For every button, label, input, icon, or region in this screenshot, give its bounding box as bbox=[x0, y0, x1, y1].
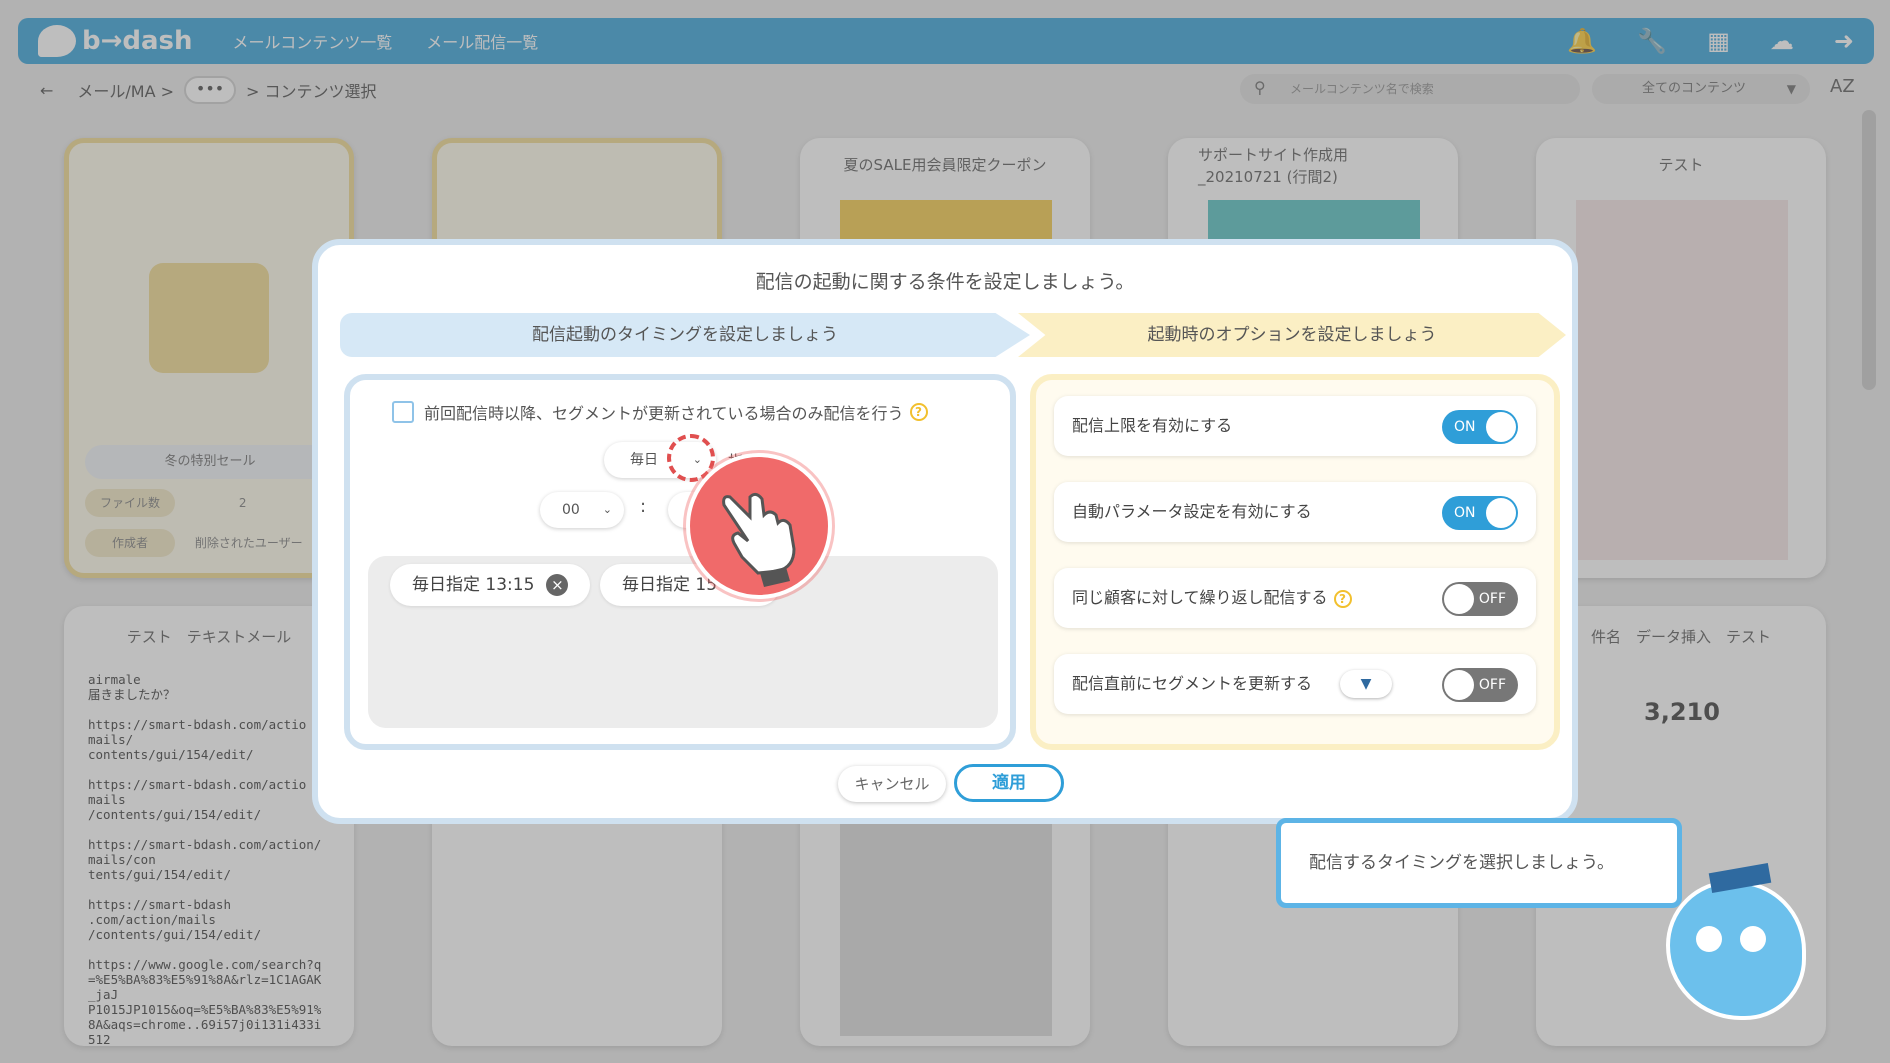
option-label: 配信上限を有効にする bbox=[1072, 416, 1233, 435]
repeat-delivery-toggle[interactable]: OFF bbox=[1442, 582, 1518, 616]
hour-value: 00 bbox=[562, 502, 580, 518]
delivery-trigger-modal: 配信の起動に関する条件を設定しましょう。 配信起動のタイミングを設定しましょう … bbox=[312, 239, 1578, 824]
chevron-down-icon: ⌄ bbox=[602, 503, 612, 516]
toggle-state: OFF bbox=[1478, 591, 1506, 607]
option-label: 自動パラメータ設定を有効にする bbox=[1072, 502, 1312, 521]
step-timing: 配信起動のタイミングを設定しましょう bbox=[340, 313, 1030, 357]
guide-tooltip: 配信するタイミングを選択しましょう。 bbox=[1276, 818, 1682, 908]
apply-button[interactable]: 適用 bbox=[954, 764, 1064, 802]
option-auto-parameter: 自動パラメータ設定を有効にする ON bbox=[1054, 482, 1536, 542]
segment-updated-label: 前回配信時以降、セグメントが更新されている場合のみ配信を行う bbox=[424, 404, 904, 423]
options-panel: 配信上限を有効にする ON 自動パラメータ設定を有効にする ON 同じ顧客に対し… bbox=[1030, 374, 1560, 750]
auto-parameter-toggle[interactable]: ON bbox=[1442, 496, 1518, 530]
option-refresh-segment: 配信直前にセグメントを更新する ▼ OFF bbox=[1054, 654, 1536, 714]
time-separator: : bbox=[640, 496, 647, 517]
modal-title: 配信の起動に関する条件を設定しましょう。 bbox=[755, 271, 1135, 293]
segment-updated-checkbox[interactable] bbox=[392, 401, 414, 423]
schedule-tag: 毎日指定 13:15 × bbox=[390, 564, 590, 606]
option-delivery-limit: 配信上限を有効にする ON bbox=[1054, 396, 1536, 456]
schedule-tag-label: 毎日指定 13:15 bbox=[412, 575, 535, 595]
toggle-state: OFF bbox=[1478, 677, 1506, 693]
toggle-state: ON bbox=[1454, 419, 1476, 435]
toggle-state: ON bbox=[1454, 505, 1476, 521]
delivery-limit-toggle[interactable]: ON bbox=[1442, 410, 1518, 444]
help-icon[interactable]: ? bbox=[1333, 590, 1352, 608]
beginner-badge-icon[interactable]: ▼ bbox=[1340, 670, 1392, 698]
option-repeat-delivery: 同じ顧客に対して繰り返し配信する? OFF bbox=[1054, 568, 1536, 628]
schedule-tag-area: 毎日指定 13:15 × 毎日指定 15 bbox=[368, 556, 998, 728]
refresh-segment-toggle[interactable]: OFF bbox=[1442, 668, 1518, 702]
segment-updated-only-row[interactable]: 前回配信時以降、セグメントが更新されている場合のみ配信を行う ? bbox=[392, 400, 928, 424]
pointing-hand-icon bbox=[686, 453, 832, 599]
frequency-value: 毎日 bbox=[630, 452, 658, 468]
option-label: 配信直前にセグメントを更新する bbox=[1072, 674, 1313, 693]
cancel-button[interactable]: キャンセル bbox=[838, 766, 946, 802]
help-icon[interactable]: ? bbox=[909, 403, 928, 421]
step-options: 起動時のオプションを設定しましょう bbox=[1018, 313, 1566, 357]
timing-panel: 前回配信時以降、セグメントが更新されている場合のみ配信を行う ? 毎日 ⌄ 指定… bbox=[344, 374, 1016, 750]
close-icon[interactable]: × bbox=[546, 574, 569, 596]
option-label: 同じ顧客に対して繰り返し配信する? bbox=[1072, 568, 1352, 628]
hour-select[interactable]: 00 ⌄ bbox=[540, 492, 624, 528]
